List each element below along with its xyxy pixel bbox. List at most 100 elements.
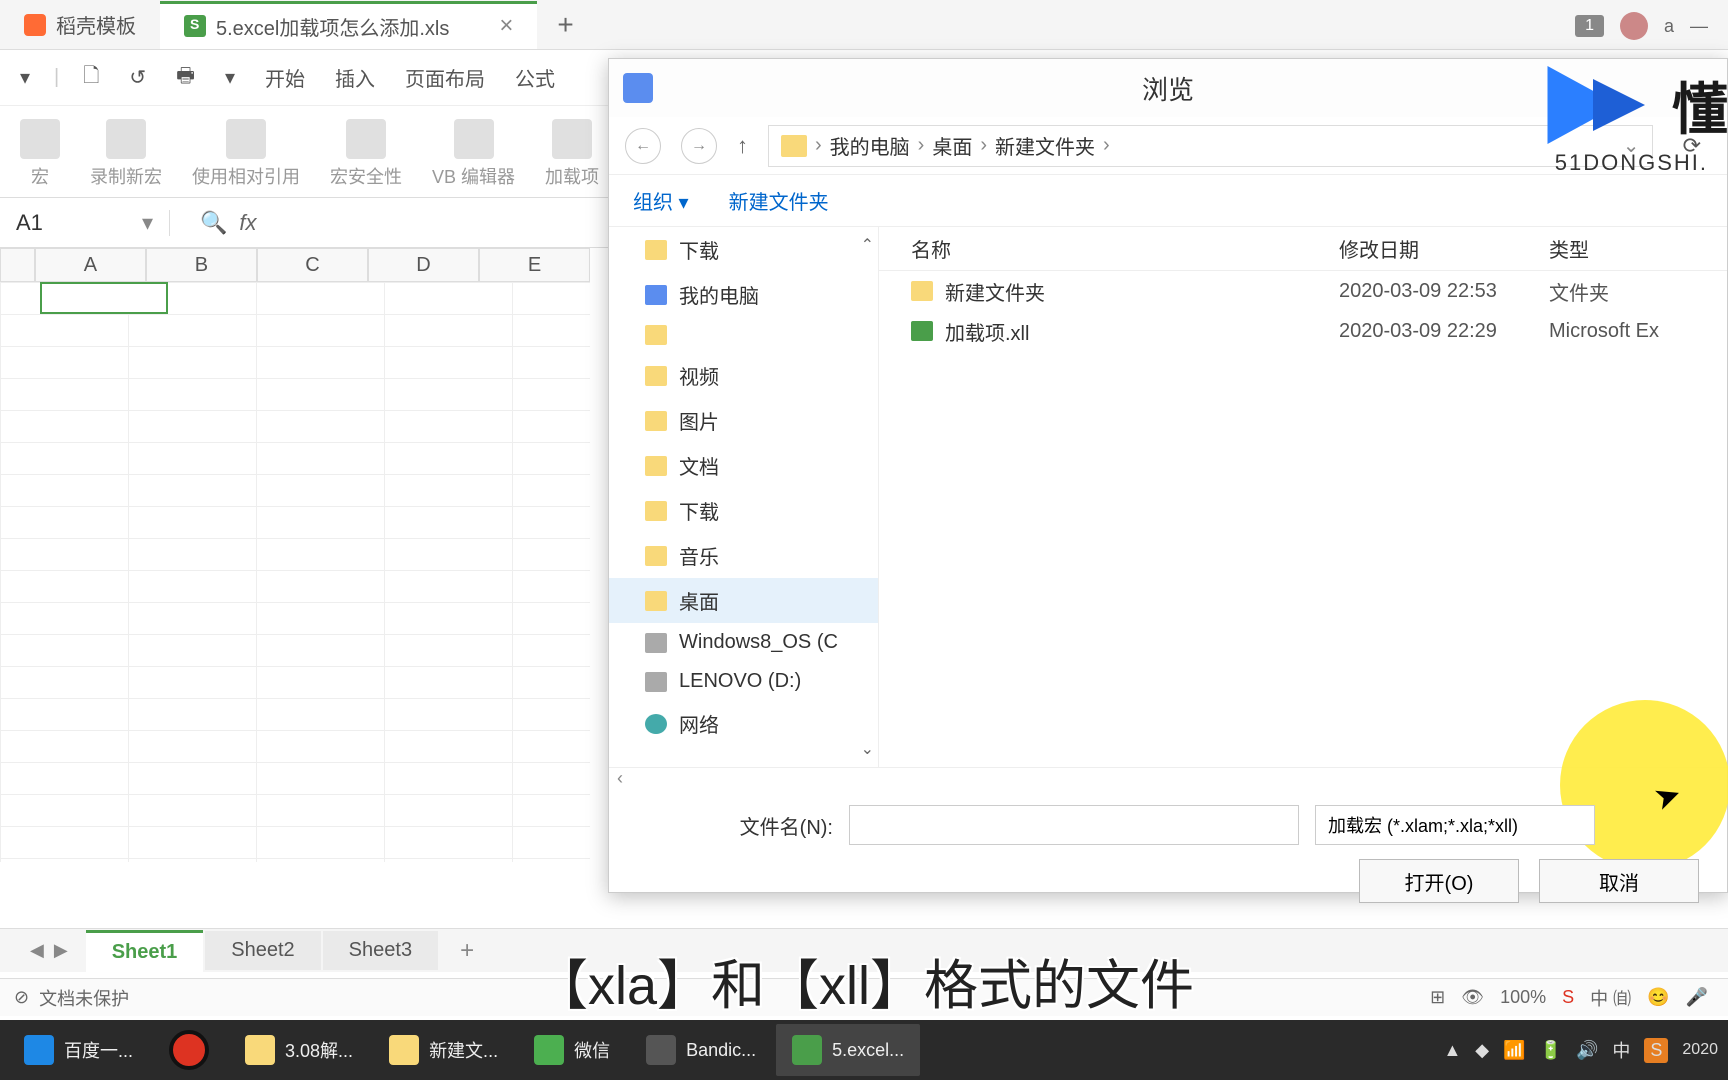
folder-tree[interactable]: ⌃ 下载我的电脑视频图片文档下载音乐桌面Windows8_OS (CLENOVO… <box>609 227 879 767</box>
tray-icon[interactable]: 🔋 <box>1540 1040 1562 1061</box>
document-tabs: 稻壳模板 5.excel加载项怎么添加.xls × + 1 a — <box>0 0 1728 50</box>
filename-label: 文件名(N): <box>633 811 833 840</box>
tree-item[interactable]: LENOVO (D:) <box>609 662 878 701</box>
organize-button[interactable]: 组织 ▾ <box>633 186 689 215</box>
emoji-icon[interactable]: 😊 <box>1647 987 1669 1008</box>
filetype-dropdown[interactable]: 加载宏 (*.xlam;*.xla;*xll) <box>1315 805 1595 845</box>
sheet-tab[interactable]: Sheet1 <box>86 930 204 972</box>
close-icon[interactable]: × <box>499 12 513 40</box>
save-icon[interactable]: 🗋 <box>77 57 105 99</box>
eye-icon[interactable]: 👁 <box>1461 987 1484 1008</box>
menu-dropdown[interactable]: ▾ <box>14 61 36 94</box>
addin-button[interactable]: 加载项 <box>545 119 599 189</box>
more-dropdown[interactable]: ▾ <box>219 61 241 94</box>
search-icon[interactable]: 🔍 <box>200 210 227 236</box>
taskbar-item[interactable]: 新建文... <box>373 1024 514 1076</box>
tray-clock[interactable]: 2020 <box>1682 1040 1718 1059</box>
tab-file[interactable]: 5.excel加载项怎么添加.xls × <box>160 1 537 49</box>
menu-home[interactable]: 开始 <box>259 59 311 96</box>
forward-button[interactable]: → <box>681 128 717 164</box>
menu-insert[interactable]: 插入 <box>329 59 381 96</box>
taskbar-item[interactable]: Bandic... <box>630 1024 772 1076</box>
print-icon[interactable]: 🖶 <box>170 57 201 99</box>
menu-layout[interactable]: 页面布局 <box>399 59 491 96</box>
tree-item[interactable]: Windows8_OS (C <box>609 623 878 662</box>
tree-item[interactable]: 下载 <box>609 488 878 533</box>
tree-item[interactable]: 图片 <box>609 398 878 443</box>
tree-item[interactable]: 音乐 <box>609 533 878 578</box>
undo-icon[interactable]: ↺ <box>123 61 152 94</box>
add-sheet-button[interactable]: + <box>440 937 494 965</box>
notification-badge[interactable]: 1 <box>1575 15 1604 37</box>
open-button[interactable]: 打开(O) <box>1359 859 1519 903</box>
user-avatar[interactable] <box>1620 12 1648 40</box>
minimize-button[interactable]: — <box>1690 16 1708 37</box>
sheet-tab[interactable]: Sheet3 <box>323 931 438 970</box>
taskbar-item[interactable]: 百度一... <box>8 1024 149 1076</box>
ime-icon[interactable]: S <box>1562 987 1574 1008</box>
taskbar-item[interactable] <box>153 1024 225 1076</box>
tray-icon[interactable]: 🔊 <box>1576 1040 1598 1061</box>
file-list: 名称 修改日期 类型 新建文件夹2020-03-09 22:53文件夹加载项.x… <box>879 227 1727 767</box>
tab-label: 5.excel加载项怎么添加.xls <box>216 12 449 41</box>
tree-item[interactable]: 网络 <box>609 701 878 746</box>
xll-icon <box>911 321 933 341</box>
col-header[interactable]: E <box>479 248 590 282</box>
col-header[interactable]: A <box>35 248 146 282</box>
macro-security-button[interactable]: 宏安全性 <box>330 119 402 189</box>
tree-item[interactable]: 我的电脑 <box>609 272 878 317</box>
scroll-up-icon[interactable]: ⌃ <box>861 235 874 255</box>
view-icon[interactable]: ⊞ <box>1430 987 1445 1008</box>
filename-input[interactable] <box>849 805 1299 845</box>
tree-item[interactable]: 桌面 <box>609 578 878 623</box>
sheet-nav[interactable]: ◀▶ <box>30 940 68 961</box>
file-row[interactable]: 加载项.xll2020-03-09 22:29Microsoft Ex <box>879 311 1727 351</box>
column-name[interactable]: 名称 <box>879 234 1339 263</box>
tree-item[interactable]: 下载 <box>609 227 878 272</box>
column-type[interactable]: 类型 <box>1549 234 1727 263</box>
tab-template[interactable]: 稻壳模板 <box>0 1 160 49</box>
protect-icon: ⊘ <box>14 987 29 1008</box>
tree-item[interactable]: 文档 <box>609 443 878 488</box>
relative-ref-button[interactable]: 使用相对引用 <box>192 119 300 189</box>
tray-lang[interactable]: 中 <box>1612 1037 1630 1063</box>
tray-icon[interactable]: 📶 <box>1503 1040 1525 1061</box>
record-macro-button[interactable]: 录制新宏 <box>90 119 162 189</box>
fx-label[interactable]: fx <box>239 210 256 236</box>
taskbar-item[interactable]: 3.08解... <box>229 1024 369 1076</box>
ime-tray-icon[interactable]: S <box>1644 1038 1668 1063</box>
col-header[interactable]: D <box>368 248 479 282</box>
file-row[interactable]: 新建文件夹2020-03-09 22:53文件夹 <box>879 271 1727 311</box>
app-icon <box>245 1035 275 1065</box>
taskbar-item[interactable]: 微信 <box>518 1024 626 1076</box>
vb-editor-button[interactable]: VB 编辑器 <box>432 119 515 189</box>
back-button[interactable]: ← <box>625 128 661 164</box>
col-header[interactable]: C <box>257 248 368 282</box>
ime-lang[interactable]: 中 ㉂ <box>1590 985 1631 1011</box>
column-date[interactable]: 修改日期 <box>1339 234 1549 263</box>
watermark-logo-icon <box>1528 40 1658 170</box>
sheet-tab[interactable]: Sheet2 <box>205 931 320 970</box>
active-cell[interactable] <box>40 282 168 314</box>
tree-item[interactable] <box>609 317 878 353</box>
cancel-button[interactable]: 取消 <box>1539 859 1699 903</box>
up-button[interactable]: ↑ <box>737 133 748 159</box>
cell-reference-box[interactable]: A1▾ <box>0 210 170 236</box>
tree-item[interactable]: 视频 <box>609 353 878 398</box>
mic-icon[interactable]: 🎤 <box>1686 987 1708 1008</box>
pc-icon <box>645 285 667 305</box>
menu-formula[interactable]: 公式 <box>509 59 561 96</box>
tray-icon[interactable]: ▲ <box>1443 1040 1461 1061</box>
macro-button[interactable]: 宏 <box>20 119 60 189</box>
tray-icon[interactable]: ◆ <box>1475 1040 1489 1061</box>
taskbar-item[interactable]: 5.excel... <box>776 1024 920 1076</box>
col-header[interactable]: B <box>146 248 257 282</box>
folder-icon <box>645 456 667 476</box>
new-tab-button[interactable]: + <box>537 9 593 41</box>
zoom-level[interactable]: 100% <box>1500 987 1546 1008</box>
scroll-down-icon[interactable]: ⌄ <box>861 739 874 759</box>
folder-icon <box>645 240 667 260</box>
new-folder-button[interactable]: 新建文件夹 <box>729 186 829 215</box>
breadcrumb[interactable]: › 我的电脑 › 桌面 › 新建文件夹 › ⌄ <box>768 125 1653 167</box>
spreadsheet-grid[interactable]: A B C D E <box>0 248 590 868</box>
